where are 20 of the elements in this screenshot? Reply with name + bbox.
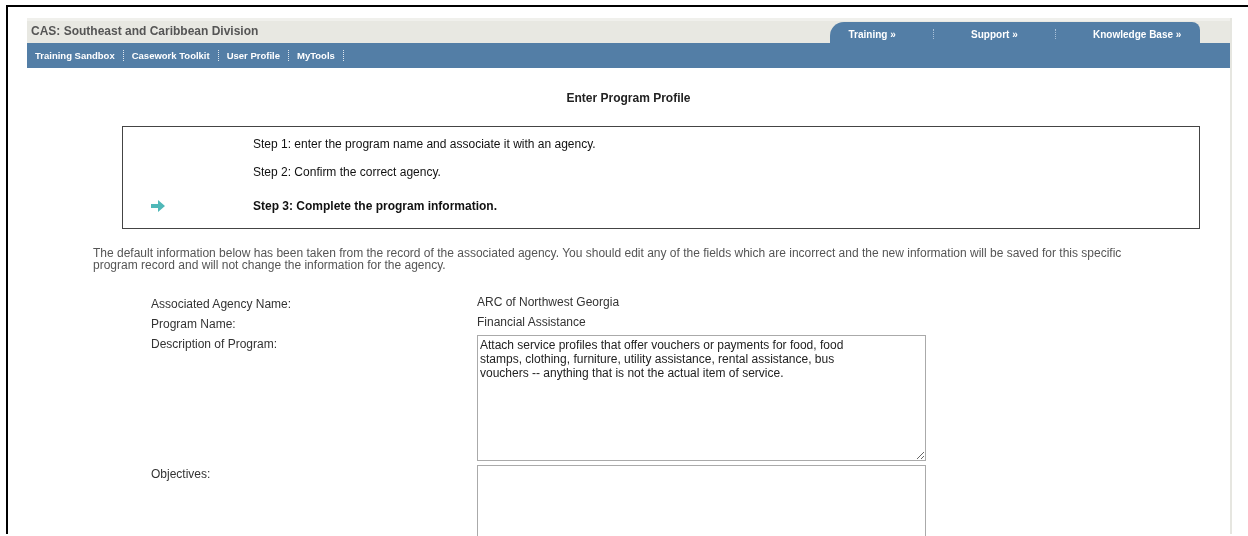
field-label: Description of Program: <box>151 336 279 353</box>
top-nav-link[interactable]: Training » <box>848 28 896 40</box>
field-label: Objectives: <box>151 466 212 483</box>
site-title: CAS: Southeast and Caribbean Division <box>30 23 259 38</box>
field-value: Financial Assistance <box>477 315 587 331</box>
step-label: Step 2: Confirm the correct agency. <box>253 165 441 179</box>
page-title: Enter Program Profile <box>565 91 692 105</box>
step-label: Step 3: Complete the program information. <box>253 199 498 213</box>
nav-link[interactable]: Casework Toolkit <box>123 50 219 61</box>
top-nav-link[interactable]: Knowledge Base » <box>1093 28 1182 40</box>
text-area[interactable]: Attach service profiles that offer vouchers or payments for food, food stamps, clothing, furniture, utility assistance, rental assistance, bus vouchers -- anything that is not the actual item of service. <box>477 335 926 461</box>
top-nav-link[interactable]: Support » <box>971 28 1018 40</box>
field-label: Associated Agency Name: <box>151 296 293 311</box>
field-label: Program Name: <box>151 316 237 331</box>
nav-link[interactable]: MyTools <box>289 50 344 61</box>
intro-text: The default information below has been taken from the record of the associated agency. You should edit any of the fields which are incorrect and the new information will be saved for this specific program record and will not change the information for the agency. <box>93 247 1123 271</box>
nav-link[interactable]: User Profile <box>218 50 289 61</box>
step-label: Step 1: enter the program name and associate it with an agency. <box>253 137 596 151</box>
field-value: ARC of Northwest Georgia <box>477 295 621 311</box>
nav-link[interactable]: Training Sandbox <box>27 50 124 61</box>
